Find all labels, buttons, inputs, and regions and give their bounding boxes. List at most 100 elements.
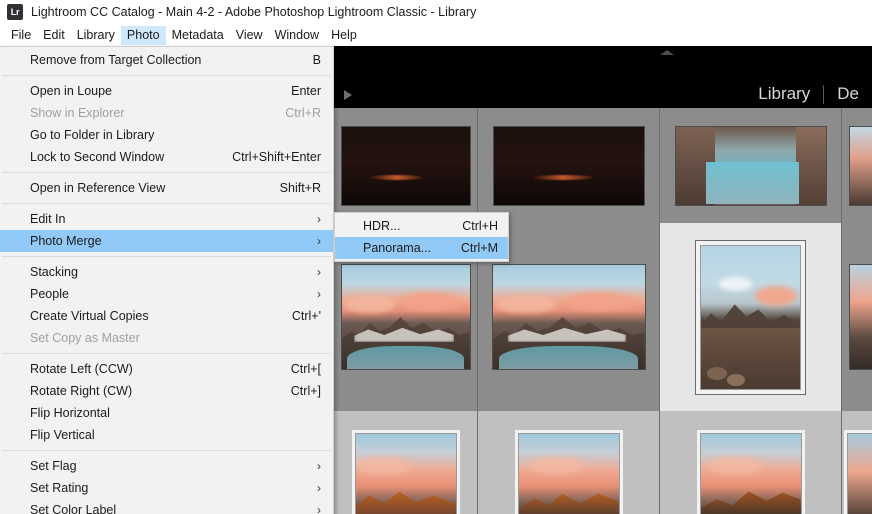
menu-item-shortcut: Shift+R <box>279 181 321 195</box>
grid-cell[interactable] <box>478 108 660 223</box>
menu-item-create-virtual-copies[interactable]: Create Virtual Copies Ctrl+' <box>0 305 333 327</box>
lightroom-application-area: Library De ary Filter : Text Attribute M… <box>334 46 872 514</box>
photo-thumbnail[interactable] <box>518 433 619 514</box>
menubar-item-edit[interactable]: Edit <box>37 26 71 45</box>
menu-item-stacking[interactable]: Stacking › <box>0 261 333 283</box>
photo-dropdown-menu: Remove from Target Collection B Open in … <box>0 46 334 514</box>
menu-separator <box>2 450 331 451</box>
menu-item-set-rating[interactable]: Set Rating › <box>0 477 333 499</box>
menu-item-set-flag[interactable]: Set Flag › <box>0 455 333 477</box>
menu-item-label: Rotate Right (CW) <box>30 384 133 398</box>
menu-item-label: Stacking <box>30 265 78 279</box>
grid-cell[interactable] <box>842 108 872 223</box>
menu-item-label: Flip Vertical <box>30 428 95 442</box>
menu-item-label: Show in Explorer <box>30 106 125 120</box>
left-panel-expand-arrow-icon[interactable] <box>344 90 352 100</box>
submenu-item-label: Panorama... <box>363 241 432 255</box>
photo-thumbnail-selected[interactable] <box>701 245 800 389</box>
photo-thumbnail[interactable] <box>675 126 826 205</box>
menu-item-label: Flip Horizontal <box>30 406 110 420</box>
menu-item-label: Photo Merge <box>30 234 102 248</box>
menu-item-open-in-reference-view[interactable]: Open in Reference View Shift+R <box>0 177 333 199</box>
photo-thumbnail[interactable] <box>355 433 456 514</box>
module-picker: Library De <box>745 84 872 104</box>
menubar-item-library[interactable]: Library <box>71 26 121 45</box>
submenu-item-shortcut: Ctrl+M <box>460 241 498 255</box>
menubar-item-photo[interactable]: Photo <box>120 25 166 45</box>
menu-item-shortcut: B <box>312 53 321 67</box>
grid-cell[interactable] <box>842 223 872 411</box>
menu-item-open-in-loupe[interactable]: Open in Loupe Enter <box>0 80 333 102</box>
menu-item-remove-from-target-collection[interactable]: Remove from Target Collection B <box>0 49 333 71</box>
menu-item-lock-to-second-window[interactable]: Lock to Second Window Ctrl+Shift+Enter <box>0 146 333 168</box>
module-develop[interactable]: De <box>824 84 872 104</box>
menu-item-shortcut: Ctrl+R <box>285 106 321 120</box>
menu-item-people[interactable]: People › <box>0 283 333 305</box>
menu-item-rotate-right[interactable]: Rotate Right (CW) Ctrl+] <box>0 380 333 402</box>
menu-item-flip-vertical[interactable]: Flip Vertical <box>0 424 333 446</box>
chevron-right-icon: › <box>317 481 321 495</box>
submenu-item-hdr[interactable]: HDR... Ctrl+H <box>335 215 508 237</box>
photo-thumbnail[interactable] <box>492 265 645 369</box>
menu-item-label: Create Virtual Copies <box>30 309 149 323</box>
menu-bar: File Edit Library Photo Metadata View Wi… <box>0 24 872 46</box>
menu-item-label: Set Flag <box>30 459 77 473</box>
chevron-right-icon: › <box>317 234 321 248</box>
menu-item-label: Set Copy as Master <box>30 331 140 345</box>
menu-separator <box>2 75 331 76</box>
menubar-item-file[interactable]: File <box>5 26 37 45</box>
chevron-right-icon: › <box>317 459 321 473</box>
submenu-item-panorama[interactable]: Panorama... Ctrl+M <box>335 237 508 259</box>
menu-item-label: People <box>30 287 69 301</box>
grid-cell-selected[interactable] <box>660 223 842 411</box>
menu-separator <box>2 256 331 257</box>
menu-item-label: Remove from Target Collection <box>30 53 202 67</box>
menubar-item-metadata[interactable]: Metadata <box>166 26 230 45</box>
module-library[interactable]: Library <box>745 84 823 104</box>
menu-item-flip-horizontal[interactable]: Flip Horizontal <box>0 402 333 424</box>
menu-item-shortcut: Enter <box>291 84 321 98</box>
grid-cell[interactable] <box>334 108 478 223</box>
menu-item-show-in-explorer: Show in Explorer Ctrl+R <box>0 102 333 124</box>
grid-cell[interactable] <box>334 411 478 514</box>
menu-item-set-copy-as-master: Set Copy as Master <box>0 327 333 349</box>
menubar-item-view[interactable]: View <box>230 26 269 45</box>
photo-merge-submenu: HDR... Ctrl+H Panorama... Ctrl+M <box>334 212 509 262</box>
photo-thumbnail[interactable] <box>848 433 872 514</box>
submenu-item-shortcut: Ctrl+H <box>462 219 498 233</box>
menu-item-label: Set Rating <box>30 481 89 495</box>
menu-item-go-to-folder-in-library[interactable]: Go to Folder in Library <box>0 124 333 146</box>
grid-cell[interactable] <box>478 411 660 514</box>
menu-separator <box>2 203 331 204</box>
chevron-right-icon: › <box>317 287 321 301</box>
menu-item-label: Set Color Label <box>30 503 117 514</box>
photo-thumbnail[interactable] <box>341 126 470 205</box>
photo-thumbnail[interactable] <box>700 433 801 514</box>
panel-collapse-arrow-icon[interactable] <box>660 50 674 55</box>
grid-cell[interactable] <box>660 411 842 514</box>
menu-item-shortcut: Ctrl+[ <box>290 362 321 376</box>
menu-separator <box>2 353 331 354</box>
grid-row <box>334 411 872 514</box>
menu-item-set-color-label[interactable]: Set Color Label › <box>0 499 333 514</box>
menubar-item-help[interactable]: Help <box>325 26 363 45</box>
grid-cell[interactable] <box>842 411 872 514</box>
menu-item-rotate-left[interactable]: Rotate Left (CCW) Ctrl+[ <box>0 358 333 380</box>
menu-item-label: Go to Folder in Library <box>30 128 155 142</box>
chevron-right-icon: › <box>317 265 321 279</box>
submenu-item-label: HDR... <box>363 219 401 233</box>
menu-separator <box>2 172 331 173</box>
photo-thumbnail[interactable] <box>850 265 872 369</box>
photo-thumbnail[interactable] <box>341 265 470 369</box>
menu-item-label: Rotate Left (CCW) <box>30 362 133 376</box>
app-window: Library De ary Filter : Text Attribute M… <box>0 0 872 514</box>
lightroom-identity-bar: Library De <box>334 46 872 117</box>
photo-thumbnail[interactable] <box>850 126 872 205</box>
grid-cell[interactable] <box>660 108 842 223</box>
menu-item-edit-in[interactable]: Edit In › <box>0 208 333 230</box>
menubar-item-window[interactable]: Window <box>269 26 325 45</box>
photo-thumbnail[interactable] <box>493 126 644 205</box>
lightroom-app-icon: Lr <box>7 4 23 20</box>
window-title: Lightroom CC Catalog - Main 4-2 - Adobe … <box>31 5 477 19</box>
menu-item-photo-merge[interactable]: Photo Merge › <box>0 230 333 252</box>
